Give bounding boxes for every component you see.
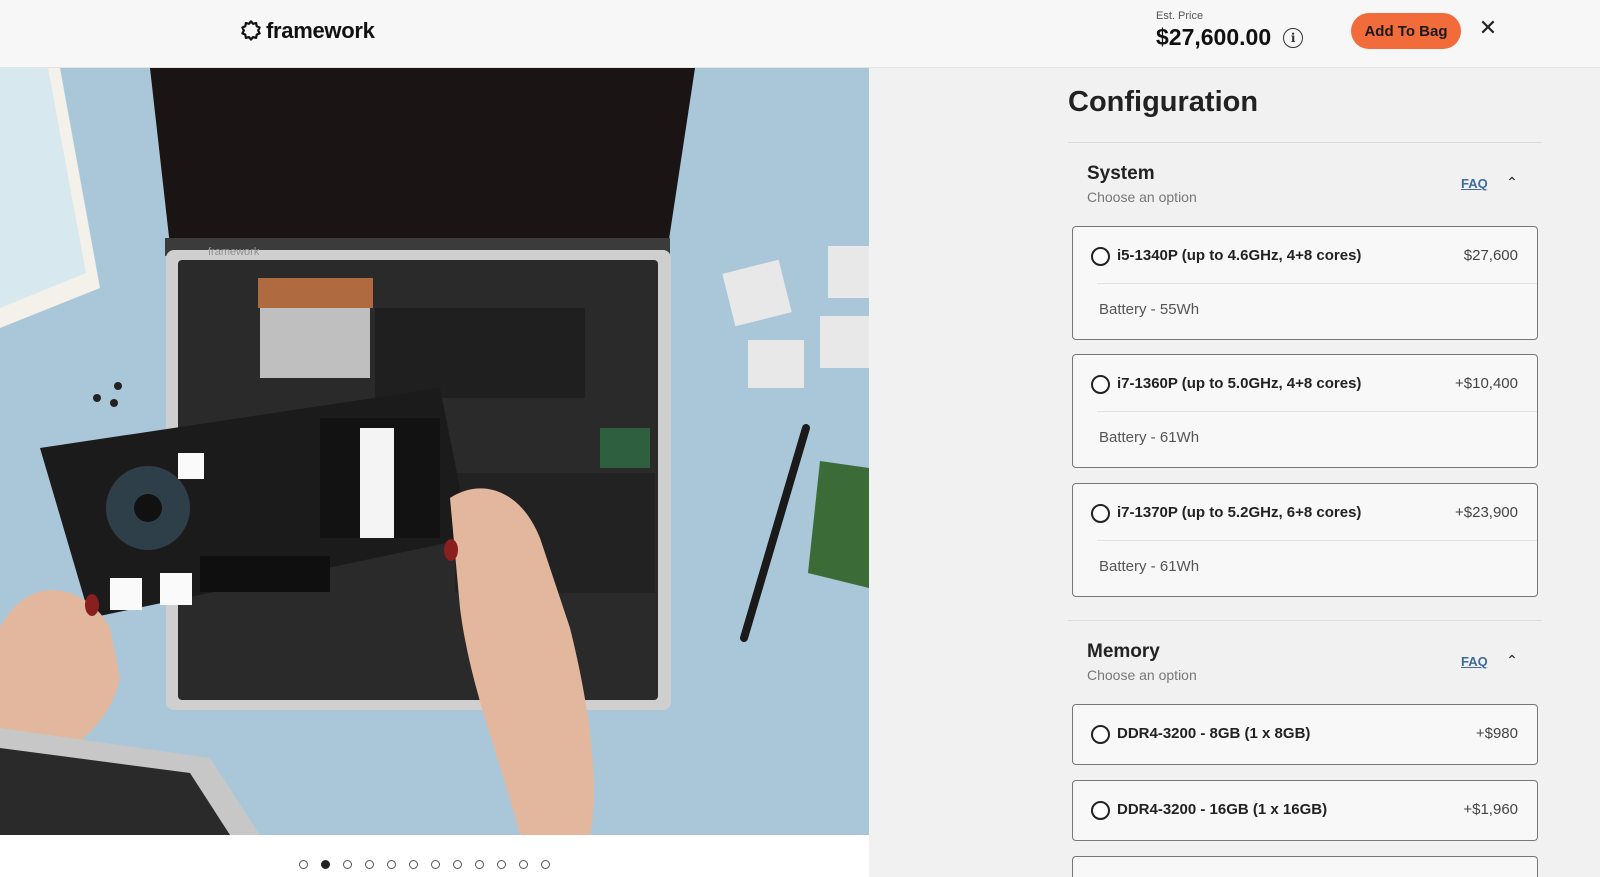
radio-button[interactable] [1091,725,1110,744]
chevron-up-icon[interactable]: ⌃ [1504,174,1520,190]
option-divider [1097,540,1537,541]
radio-button[interactable] [1091,247,1110,266]
option-ddr4-8gb[interactable]: DDR4-3200 - 8GB (1 x 8GB) +$980 [1072,704,1538,765]
option-label: i5-1340P (up to 4.6GHz, 4+8 cores) [1117,247,1362,264]
estimated-price: Est. Price $27,600.00 i [1156,10,1304,51]
brand-name: framework [266,18,375,43]
option-divider [1097,411,1537,412]
option-label: i7-1370P (up to 5.2GHz, 6+8 cores) [1117,504,1362,521]
top-bar: framework Est. Price $27,600.00 i Add To… [0,0,1600,68]
section-subtitle-system: Choose an option [1087,189,1197,205]
option-i7-1370p[interactable]: i7-1370P (up to 5.2GHz, 6+8 cores) +$23,… [1072,483,1538,597]
est-price-value: $27,600.00 [1156,24,1272,50]
product-gallery: framework [0,68,869,877]
gallery-dot-12[interactable] [541,860,550,869]
close-icon[interactable]: ✕ [1476,16,1500,40]
gallery-dot-6[interactable] [409,860,418,869]
gallery-dot-3[interactable] [343,860,352,869]
section-subtitle-memory: Choose an option [1087,667,1197,683]
option-label: DDR4-3200 - 8GB (1 x 8GB) [1117,725,1311,742]
product-photo[interactable]: framework [0,68,869,835]
memory-faq-link[interactable]: FAQ [1461,654,1488,669]
option-label: i7-1360P (up to 5.0GHz, 4+8 cores) [1117,375,1362,392]
device-brand-text: framework [208,246,260,258]
system-faq-link[interactable]: FAQ [1461,176,1488,191]
divider [1068,142,1542,143]
page-title: Configuration [1068,86,1259,118]
gallery-dot-5[interactable] [387,860,396,869]
est-price-label: Est. Price [1156,10,1204,22]
info-icon[interactable]: i [1283,27,1304,48]
option-label: DDR4-3200 - 16GB (1 x 16GB) [1117,801,1328,818]
option-partial[interactable] [1072,856,1538,877]
laptop-photo-illustration: framework [0,68,869,835]
option-detail: Battery - 61Wh [1099,429,1200,446]
section-title-memory: Memory [1087,641,1160,662]
section-title-system: System [1087,163,1155,184]
add-to-bag-button[interactable]: Add To Bag [1351,13,1461,49]
gallery-dot-10[interactable] [497,860,506,869]
radio-button[interactable] [1091,375,1110,394]
option-ddr4-16gb[interactable]: DDR4-3200 - 16GB (1 x 16GB) +$1,960 [1072,780,1538,841]
configuration-panel: Configuration System Choose an option FA… [1068,68,1544,877]
divider [1068,620,1542,621]
option-price: +$23,900 [1455,504,1518,521]
gallery-dot-8[interactable] [453,860,462,869]
gallery-dot-1[interactable] [299,860,308,869]
option-i7-1360p[interactable]: i7-1360P (up to 5.0GHz, 4+8 cores) +$10,… [1072,354,1538,468]
gallery-dot-9[interactable] [475,860,484,869]
option-price: +$10,400 [1455,375,1518,392]
chevron-up-icon[interactable]: ⌃ [1504,652,1520,668]
gallery-dot-7[interactable] [431,860,440,869]
option-price: +$980 [1475,725,1518,742]
option-price: $27,600 [1463,247,1518,264]
radio-button[interactable] [1091,801,1110,820]
radio-button[interactable] [1091,504,1110,523]
framework-gear-icon [241,20,261,41]
option-detail: Battery - 61Wh [1099,558,1200,575]
gallery-dot-4[interactable] [365,860,374,869]
option-divider [1097,283,1537,284]
framework-logo[interactable]: framework [240,18,375,44]
option-price: +$1,960 [1463,801,1518,818]
option-detail: Battery - 55Wh [1099,301,1200,318]
option-i5-1340p[interactable]: i5-1340P (up to 4.6GHz, 4+8 cores) $27,6… [1072,226,1538,340]
gallery-dot-11[interactable] [519,860,528,869]
gallery-dot-2[interactable] [321,860,330,869]
gallery-pagination [299,860,550,869]
